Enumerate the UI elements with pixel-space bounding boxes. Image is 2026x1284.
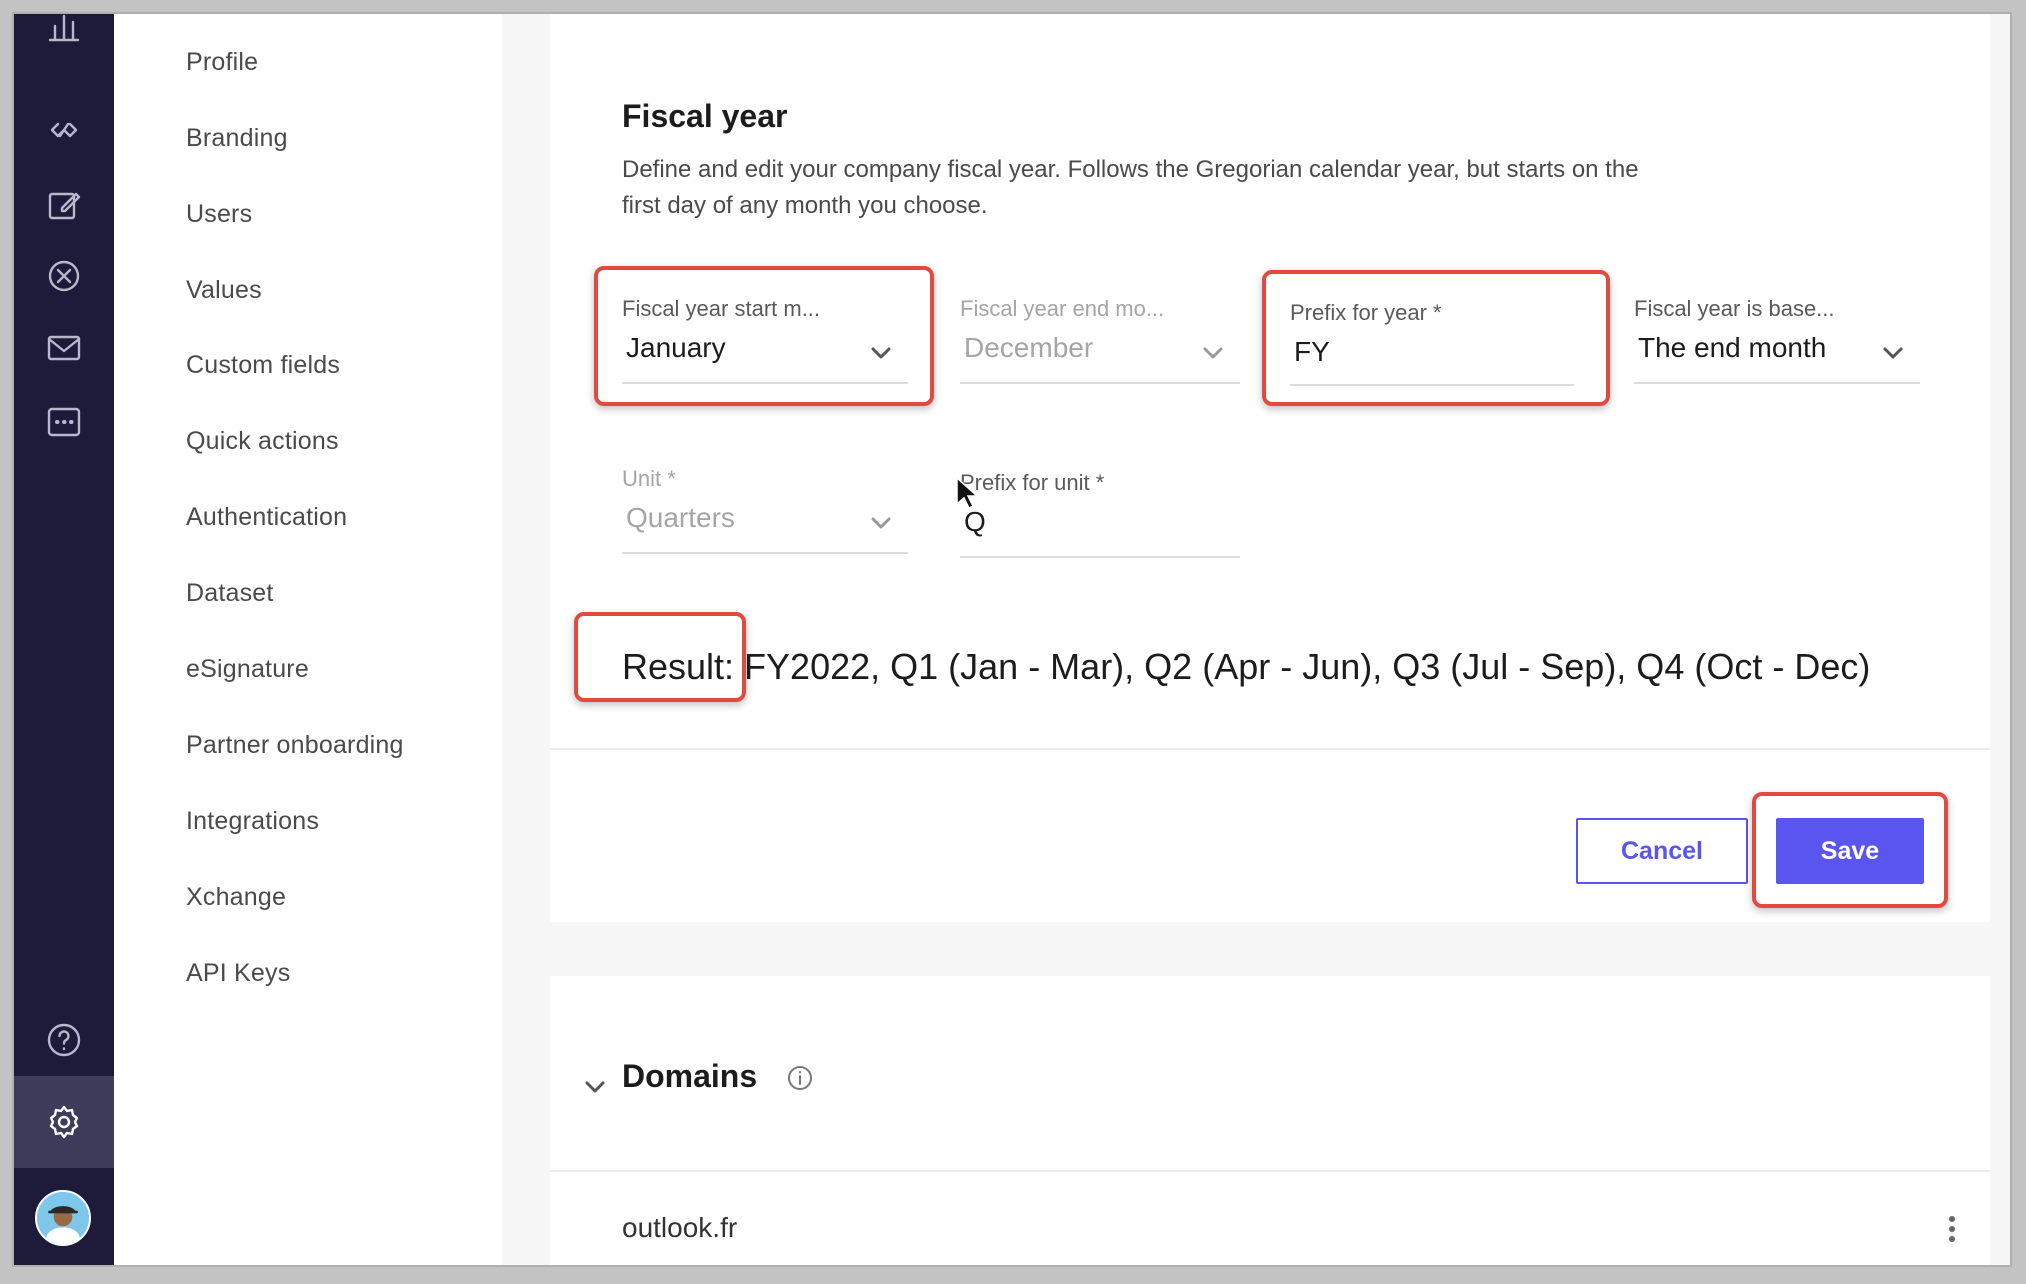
prefix-unit-label: Prefix for unit * bbox=[960, 470, 1105, 495]
sidebar-item-values[interactable]: Values bbox=[186, 276, 262, 305]
save-button[interactable]: Save bbox=[1776, 818, 1924, 884]
cancel-button[interactable]: Cancel bbox=[1576, 818, 1748, 884]
cancel-circle-icon[interactable] bbox=[14, 236, 114, 316]
link-icon[interactable] bbox=[14, 90, 114, 170]
domain-item: outlook.fr bbox=[622, 1212, 738, 1243]
prefix-year-input[interactable]: Prefix for year * FY bbox=[1290, 300, 1574, 390]
end-month-select: Fiscal year end mo... December bbox=[960, 296, 1240, 386]
prefix-unit-input[interactable]: Prefix for unit * Q bbox=[960, 470, 1240, 560]
end-month-value: December bbox=[964, 332, 1094, 363]
app-window: Profile Branding Users Values Custom fie… bbox=[14, 14, 2010, 1265]
sidebar-item-branding[interactable]: Branding bbox=[186, 124, 288, 153]
chat-icon[interactable] bbox=[14, 382, 114, 462]
sidebar-item-dataset[interactable]: Dataset bbox=[186, 579, 274, 608]
unit-value: Quarters bbox=[626, 502, 735, 533]
fiscal-year-card: Fiscal year Define and edit your company… bbox=[550, 14, 1990, 922]
sidebar-item-integrations[interactable]: Integrations bbox=[186, 807, 319, 836]
unit-label: Unit * bbox=[622, 466, 676, 491]
based-on-label: Fiscal year is base... bbox=[1634, 296, 1835, 321]
chevron-down-icon bbox=[868, 510, 894, 536]
help-icon[interactable] bbox=[14, 1000, 114, 1080]
based-on-select[interactable]: Fiscal year is base... The end month bbox=[1634, 296, 1920, 386]
more-icon[interactable] bbox=[1942, 1214, 1962, 1244]
sidebar-item-quick-actions[interactable]: Quick actions bbox=[186, 427, 339, 456]
sidebar-item-api-keys[interactable]: API Keys bbox=[186, 959, 290, 988]
start-month-select[interactable]: Fiscal year start m... January bbox=[622, 296, 908, 386]
mouse-cursor-icon bbox=[956, 476, 979, 514]
domains-title[interactable]: Domains bbox=[622, 1058, 757, 1095]
sidebar-item-esignature[interactable]: eSignature bbox=[186, 655, 309, 684]
settings-sidebar: Profile Branding Users Values Custom fie… bbox=[114, 14, 502, 1265]
mail-icon[interactable] bbox=[14, 308, 114, 388]
avatar[interactable] bbox=[35, 1190, 91, 1246]
result-text: Result: FY2022, Q1 (Jan - Mar), Q2 (Apr … bbox=[622, 646, 1871, 687]
nav-rail bbox=[14, 14, 114, 1265]
edit-icon[interactable] bbox=[14, 164, 114, 244]
gear-icon[interactable] bbox=[14, 1076, 114, 1168]
sidebar-item-users[interactable]: Users bbox=[186, 200, 252, 229]
sidebar-item-profile[interactable]: Profile bbox=[186, 48, 258, 77]
start-month-value: January bbox=[626, 332, 726, 363]
prefix-year-label: Prefix for year * bbox=[1290, 300, 1442, 325]
fiscal-year-description: Define and edit your company fiscal year… bbox=[622, 156, 1639, 219]
end-month-label: Fiscal year end mo... bbox=[960, 296, 1165, 321]
chevron-down-icon[interactable] bbox=[582, 1074, 612, 1104]
based-on-value: The end month bbox=[1638, 332, 1827, 363]
chart-icon[interactable] bbox=[14, 14, 114, 66]
page-title: Fiscal year bbox=[622, 98, 788, 134]
main-content: Fiscal year Define and edit your company… bbox=[502, 14, 2010, 1265]
sidebar-item-custom-fields[interactable]: Custom fields bbox=[186, 351, 340, 380]
info-icon[interactable] bbox=[786, 1064, 814, 1092]
sidebar-item-partner-onboarding[interactable]: Partner onboarding bbox=[186, 731, 404, 760]
chevron-down-icon bbox=[1880, 340, 1906, 366]
sidebar-item-authentication[interactable]: Authentication bbox=[186, 503, 347, 532]
domains-card bbox=[550, 976, 1990, 1265]
chevron-down-icon bbox=[868, 340, 894, 366]
sidebar-item-xchange[interactable]: Xchange bbox=[186, 883, 286, 912]
unit-select: Unit * Quarters bbox=[622, 466, 908, 556]
prefix-year-value: FY bbox=[1294, 336, 1330, 367]
start-month-label: Fiscal year start m... bbox=[622, 296, 821, 321]
chevron-down-icon bbox=[1200, 340, 1226, 366]
